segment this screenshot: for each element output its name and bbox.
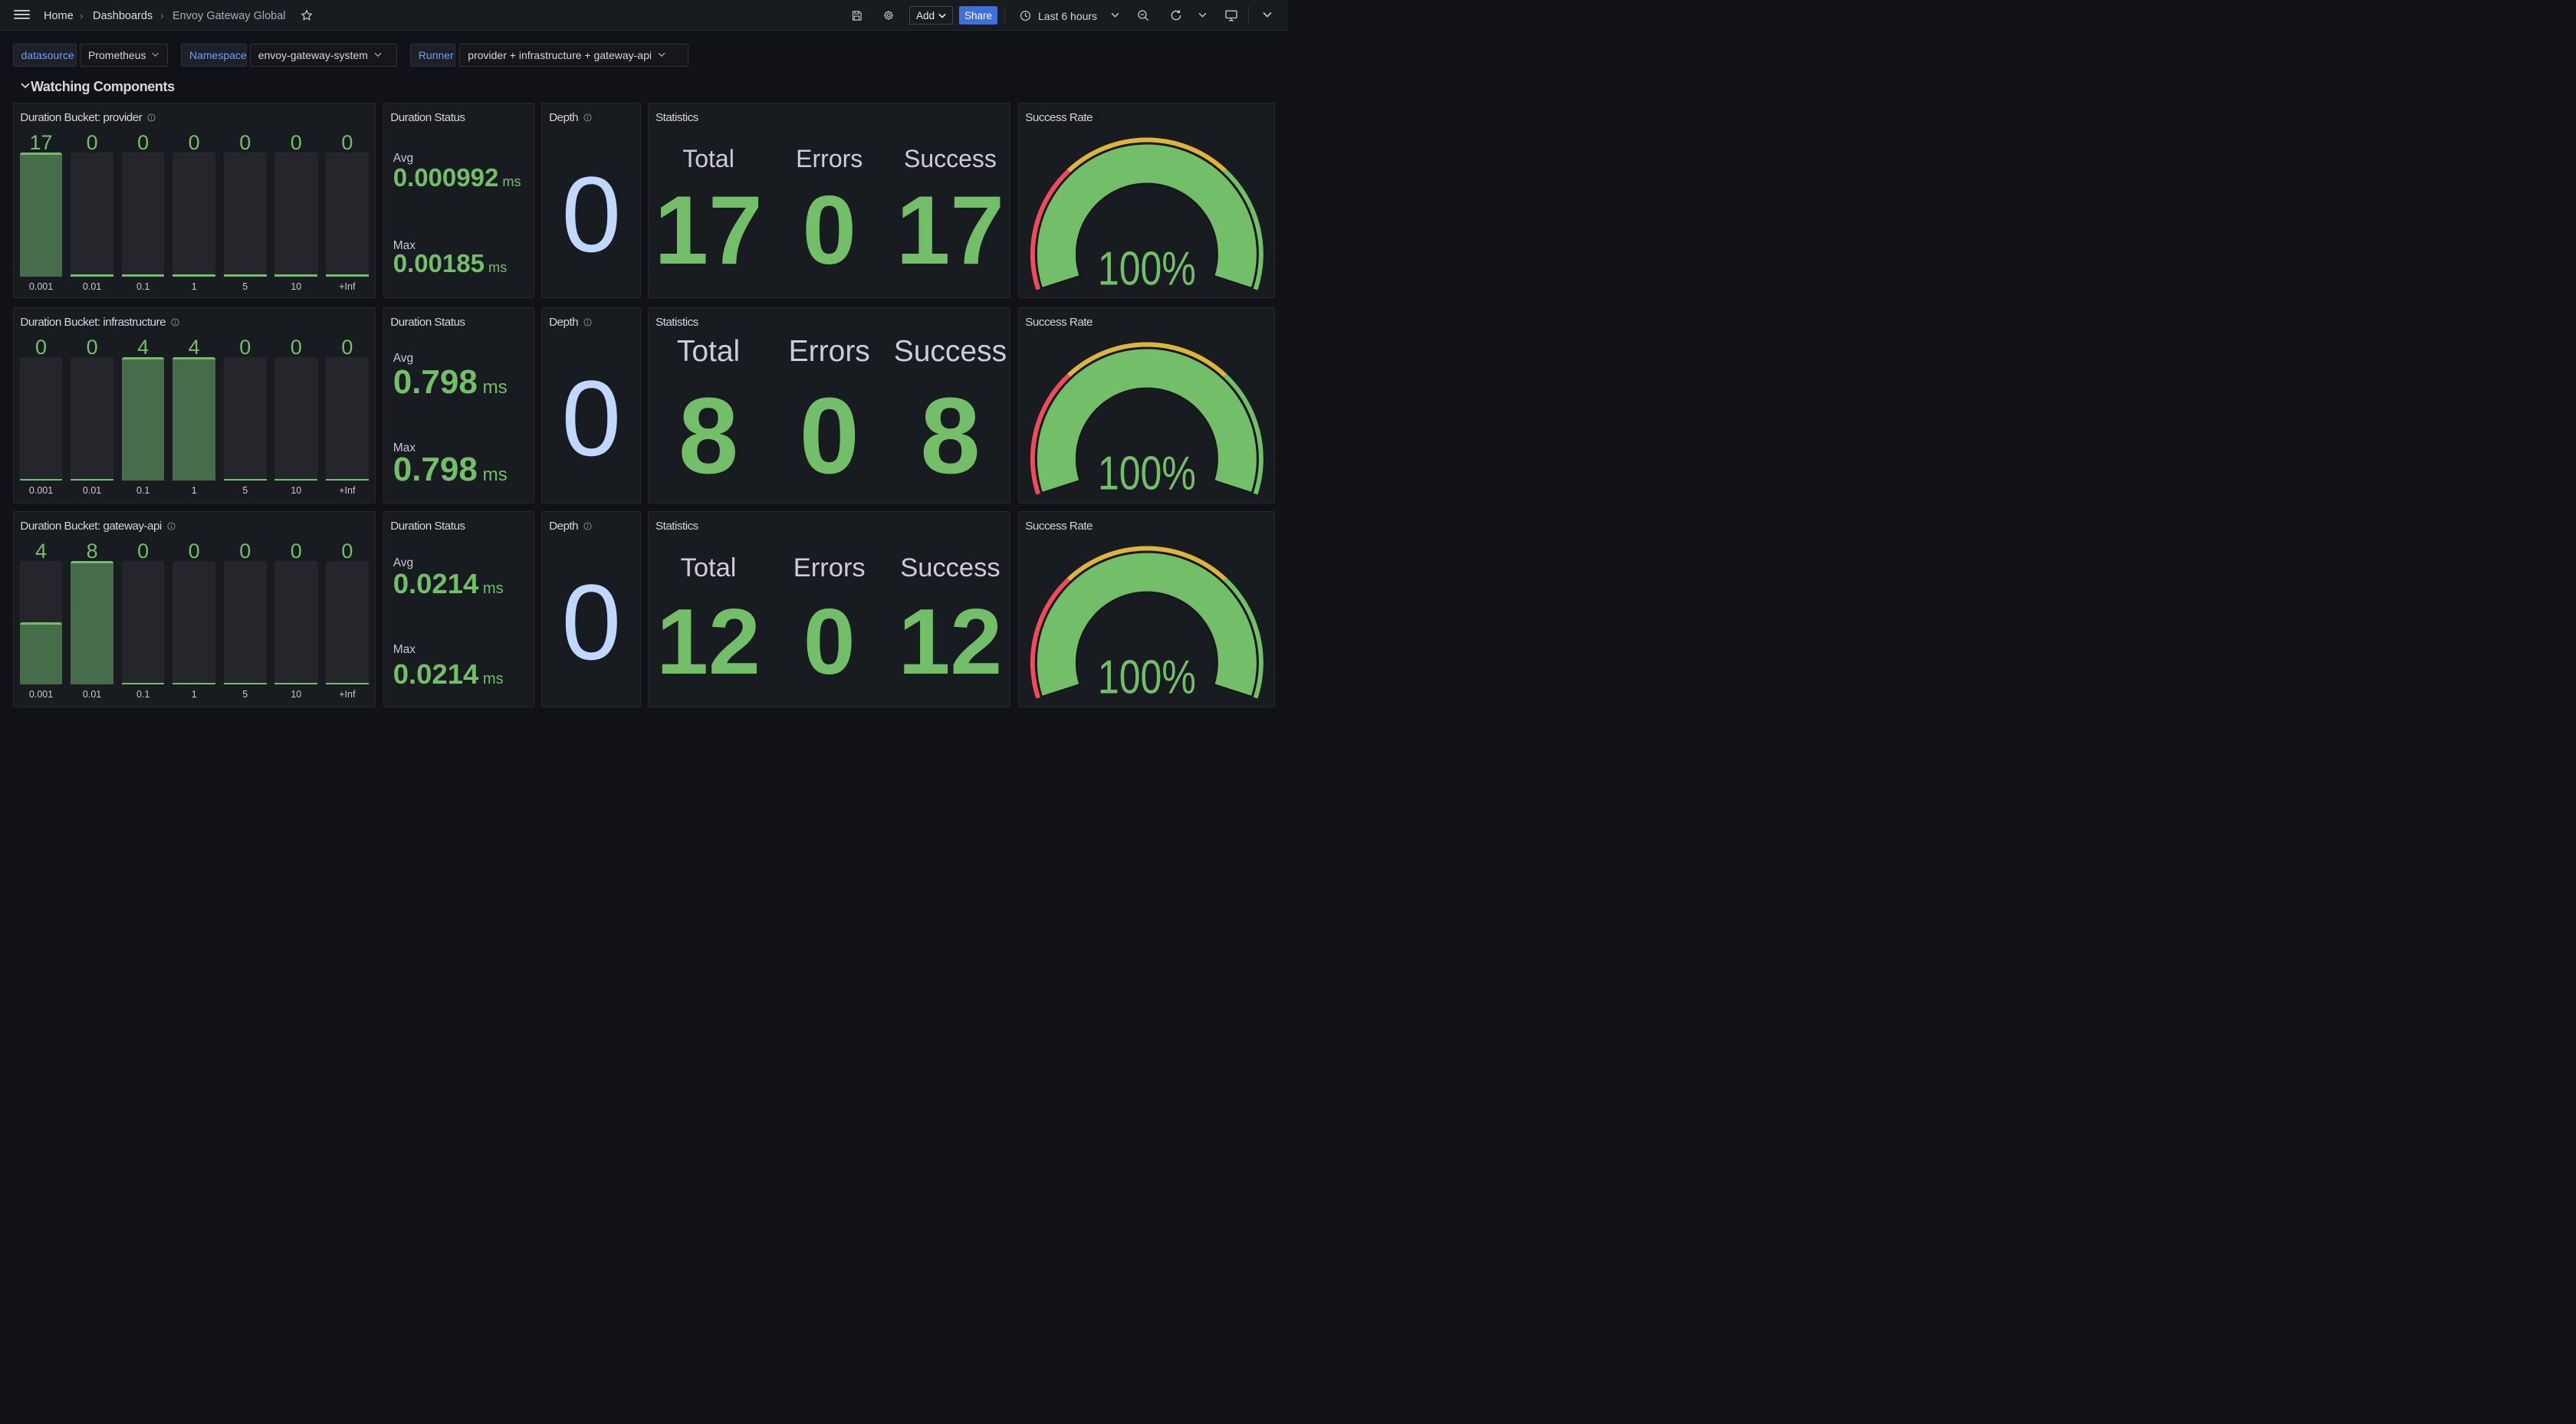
svg-text:100%: 100%: [1097, 448, 1195, 500]
svg-text:100%: 100%: [1097, 243, 1195, 296]
svg-text:100%: 100%: [1097, 651, 1195, 704]
